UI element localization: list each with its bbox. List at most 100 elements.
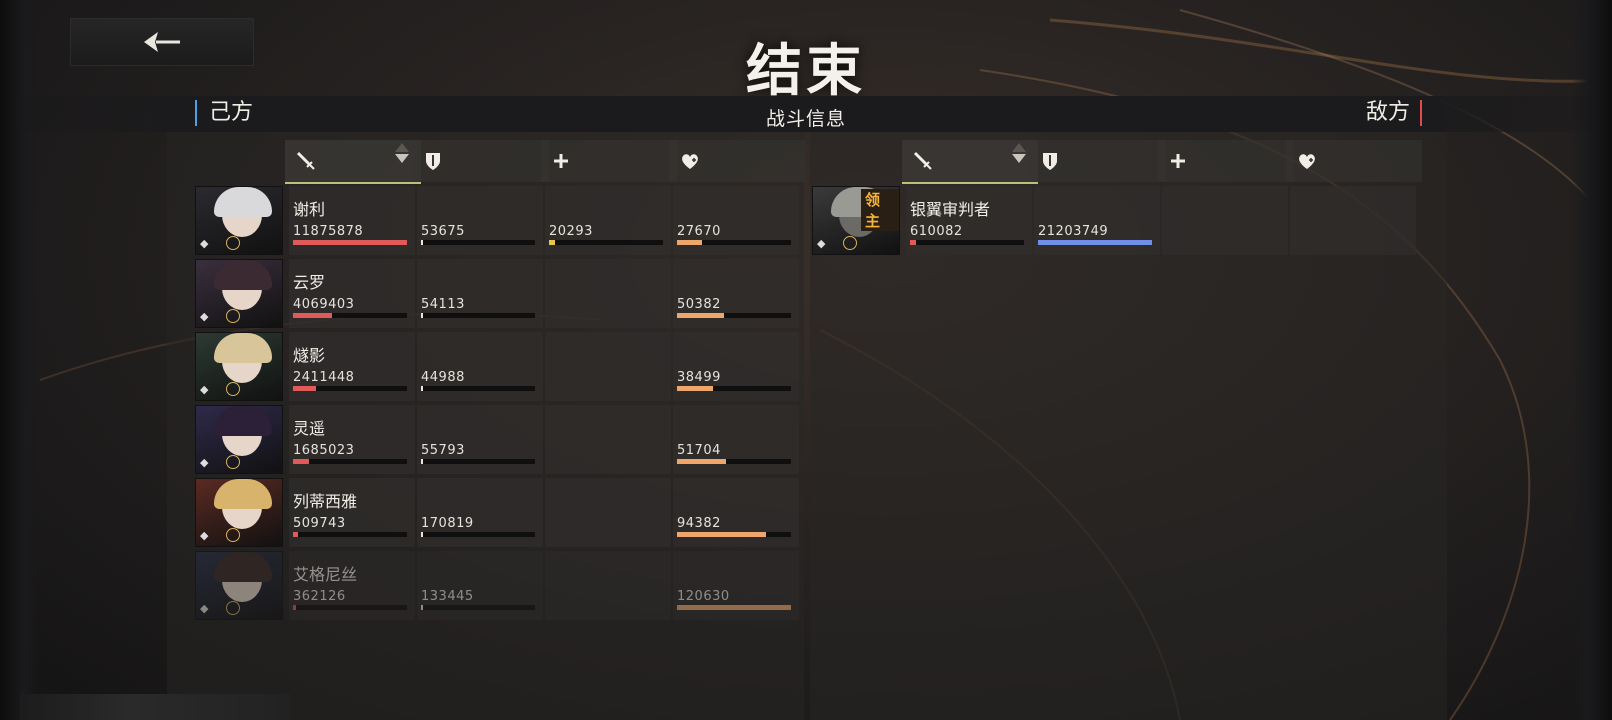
character-portrait: ◆ bbox=[195, 332, 283, 401]
ally-row[interactable]: ◆ 列蒂西雅 509743 170819 94382 bbox=[195, 478, 799, 547]
class-badge-icon: ◆ bbox=[200, 602, 209, 615]
sword-icon bbox=[912, 150, 934, 172]
taken-bar bbox=[421, 313, 535, 318]
damage-bar bbox=[293, 605, 407, 610]
damage-bar-fill bbox=[910, 240, 916, 245]
character-portrait: ◆ bbox=[195, 551, 283, 620]
taken-bar bbox=[1038, 240, 1152, 245]
damage-bar bbox=[910, 240, 1024, 245]
character-portrait: ◆ bbox=[195, 478, 283, 547]
page-title: 结束 bbox=[746, 38, 866, 104]
stat-cell bbox=[545, 405, 671, 474]
heal-value: 20293 bbox=[549, 224, 593, 239]
enemy-row[interactable]: ◆ 领主 银翼审判者 610082 21203749 bbox=[812, 186, 1416, 255]
character-name: 银翼审判者 bbox=[910, 200, 991, 219]
sword-icon bbox=[295, 150, 317, 172]
taken-value: 170819 bbox=[421, 516, 474, 531]
character-portrait: ◆ bbox=[195, 186, 283, 255]
ally-column-header-sword[interactable] bbox=[285, 140, 421, 184]
shield-bar-fill bbox=[677, 386, 714, 391]
damage-value: 509743 bbox=[293, 516, 346, 531]
shield-value: 120630 bbox=[677, 589, 730, 604]
damage-bar-fill bbox=[293, 240, 407, 245]
portrait-hair bbox=[214, 406, 272, 436]
portrait-hair bbox=[214, 479, 272, 509]
class-badge-icon: ◆ bbox=[200, 310, 209, 323]
class-badge-icon: ◆ bbox=[200, 529, 209, 542]
enemy-side-label: 敌方 bbox=[1366, 100, 1422, 126]
taken-bar bbox=[421, 532, 535, 537]
shield-bar-fill bbox=[677, 605, 791, 610]
damage-bar bbox=[293, 459, 407, 464]
shield-value: 94382 bbox=[677, 516, 721, 531]
taken-bar-fill bbox=[421, 459, 423, 464]
portrait-hair bbox=[214, 333, 272, 363]
shield-bar-fill bbox=[677, 240, 703, 245]
enemy-column-header-shield[interactable] bbox=[1030, 140, 1166, 182]
shield-bar-fill bbox=[677, 313, 724, 318]
stat-cell bbox=[545, 259, 671, 328]
shield-bar bbox=[677, 386, 791, 391]
shield-bar-fill bbox=[677, 459, 727, 464]
character-name: 谢利 bbox=[293, 200, 326, 219]
shield-bar bbox=[677, 605, 791, 610]
heart-shield-icon bbox=[1296, 151, 1318, 171]
taken-bar-fill bbox=[421, 532, 423, 537]
ally-row[interactable]: ◆ 云罗 4069403 54113 50382 bbox=[195, 259, 799, 328]
character-portrait: ◆ bbox=[195, 405, 283, 474]
ally-row[interactable]: ◆ 艾格尼丝 362126 133445 120630 bbox=[195, 551, 799, 620]
portrait-hair bbox=[214, 552, 272, 582]
character-name: 云罗 bbox=[293, 273, 326, 292]
damage-bar-fill bbox=[293, 605, 297, 610]
ally-column-header-shield[interactable] bbox=[413, 140, 549, 182]
shield-bar-fill bbox=[677, 532, 766, 537]
taken-bar-fill bbox=[421, 240, 423, 245]
stat-cell bbox=[545, 478, 671, 547]
plus-heal-icon bbox=[551, 151, 571, 171]
enemy-column-header-heart-shield[interactable] bbox=[1286, 140, 1422, 182]
shield-bar bbox=[677, 240, 791, 245]
taken-value: 55793 bbox=[421, 443, 465, 458]
shield-icon bbox=[423, 150, 443, 172]
taken-bar bbox=[421, 459, 535, 464]
ally-row[interactable]: ◆ 灵遥 1685023 55793 51704 bbox=[195, 405, 799, 474]
element-icon bbox=[226, 309, 240, 323]
shield-bar bbox=[677, 313, 791, 318]
element-icon bbox=[226, 236, 240, 250]
taken-bar bbox=[421, 386, 535, 391]
damage-bar bbox=[293, 386, 407, 391]
ally-row[interactable]: ◆ 谢利 11875878 53675 20293 27670 bbox=[195, 186, 799, 255]
shield-bar bbox=[677, 532, 791, 537]
stat-cell bbox=[1162, 186, 1288, 255]
shield-icon bbox=[1040, 150, 1060, 172]
damage-value: 11875878 bbox=[293, 224, 364, 239]
damage-bar-fill bbox=[293, 532, 298, 537]
plus-heal-icon bbox=[1168, 151, 1188, 171]
element-icon bbox=[226, 455, 240, 469]
character-name: 燧影 bbox=[293, 346, 326, 365]
heart-shield-icon bbox=[679, 151, 701, 171]
bottom-strip bbox=[20, 694, 290, 720]
damage-bar bbox=[293, 240, 407, 245]
damage-value: 4069403 bbox=[293, 297, 355, 312]
class-badge-icon: ◆ bbox=[200, 383, 209, 396]
character-name: 灵遥 bbox=[293, 419, 326, 438]
damage-bar-fill bbox=[293, 459, 309, 464]
ally-column-header-plus-heal[interactable] bbox=[541, 140, 677, 182]
enemy-column-header-sword[interactable] bbox=[902, 140, 1038, 184]
character-portrait: ◆ bbox=[195, 259, 283, 328]
stat-cell bbox=[545, 551, 671, 620]
taken-bar-fill bbox=[1038, 240, 1152, 245]
damage-value: 2411448 bbox=[293, 370, 355, 385]
stat-cell bbox=[1290, 186, 1416, 255]
heal-bar bbox=[549, 240, 663, 245]
taken-bar-fill bbox=[421, 313, 423, 318]
heal-bar-fill bbox=[549, 240, 555, 245]
shield-value: 51704 bbox=[677, 443, 721, 458]
stat-cell bbox=[545, 332, 671, 401]
ally-row[interactable]: ◆ 燧影 2411448 44988 38499 bbox=[195, 332, 799, 401]
ally-column-header-heart-shield[interactable] bbox=[669, 140, 805, 182]
class-badge-icon: ◆ bbox=[817, 237, 826, 250]
enemy-column-header-plus-heal[interactable] bbox=[1158, 140, 1294, 182]
taken-bar bbox=[421, 605, 535, 610]
